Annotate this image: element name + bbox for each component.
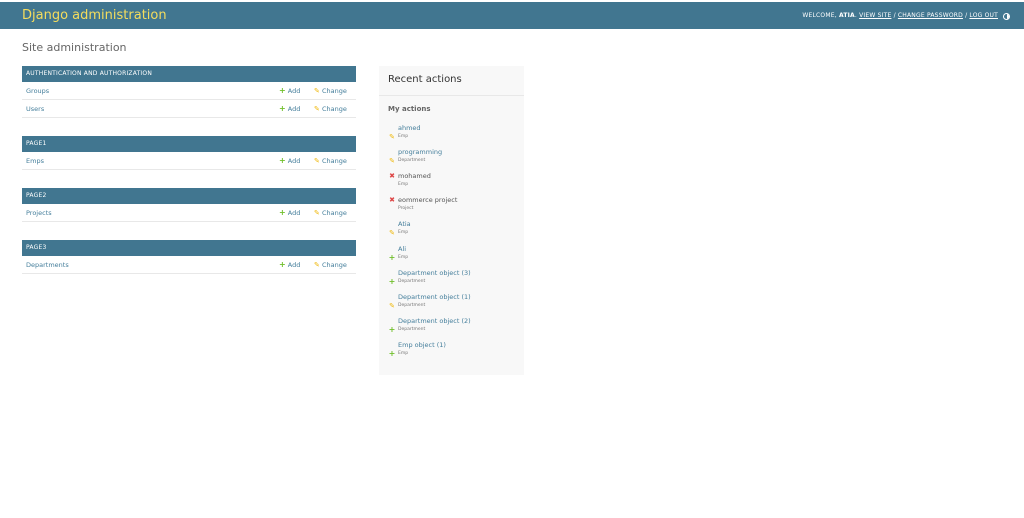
view-site-link[interactable]: VIEW SITE [859, 12, 891, 19]
add-label: Add [285, 209, 301, 217]
delete-icon: ✖ [389, 172, 395, 181]
change-button[interactable]: ✎ Change [314, 87, 347, 95]
recent-action-type: Emp [398, 182, 409, 188]
model-row-users: Users + Add ✎ Change [22, 100, 356, 118]
separator: / [965, 12, 968, 19]
change-button[interactable]: ✎ Change [314, 157, 347, 165]
add-label: Add [285, 87, 301, 95]
add-button[interactable]: + Add [279, 260, 301, 270]
recent-action-type: Emp [398, 350, 409, 356]
user-tools: WELCOME, ATIA. VIEW SITE / CHANGE PASSWO… [802, 12, 998, 19]
plus-icon: + [388, 276, 396, 286]
recent-action-type: Department [398, 278, 426, 284]
recent-action-link: eommerce project [398, 196, 458, 205]
my-actions-heading: My actions [388, 105, 431, 113]
add-button[interactable]: + Add [279, 86, 301, 96]
recent-action-link[interactable]: Department object (3) [398, 269, 471, 277]
change-label: Change [319, 261, 347, 269]
recent-action-link[interactable]: Emp object (1) [398, 341, 446, 349]
change-label: Change [319, 105, 347, 113]
change-label: Change [319, 209, 347, 217]
plus-icon: + [279, 208, 286, 217]
app-caption[interactable]: PAGE3 [22, 240, 356, 256]
add-label: Add [285, 261, 301, 269]
divider [379, 95, 524, 96]
username: ATIA [838, 12, 855, 19]
recent-action-type: Project [398, 206, 414, 212]
recent-action-link: mohamed [398, 172, 431, 181]
plus-icon: + [279, 104, 286, 113]
change-button[interactable]: ✎ Change [314, 105, 347, 113]
recent-action-type: Emp [398, 254, 409, 260]
model-row-groups: Groups + Add ✎ Change [22, 82, 356, 100]
plus-icon: + [279, 260, 286, 269]
app-module-page2: PAGE2 Projects + Add ✎ Change [22, 188, 356, 222]
change-button[interactable]: ✎ Change [314, 261, 347, 269]
pencil-icon: ✎ [389, 157, 395, 166]
change-label: Change [319, 87, 347, 95]
model-row-departments: Departments + Add ✎ Change [22, 256, 356, 274]
model-link-groups[interactable]: Groups [26, 87, 49, 95]
recent-action-link[interactable]: Ali [398, 245, 406, 253]
add-label: Add [285, 105, 301, 113]
recent-action-link[interactable]: ahmed [398, 124, 421, 132]
model-link-projects[interactable]: Projects [26, 209, 52, 217]
recent-action-type: Emp [398, 134, 409, 139]
recent-action-link[interactable]: Atia [398, 220, 411, 228]
pencil-icon: ✎ [389, 133, 395, 141]
recent-action-type: Department [398, 158, 426, 164]
welcome-text: WELCOME, [802, 12, 837, 19]
recent-action-type: Department [398, 326, 426, 332]
plus-icon: + [388, 252, 396, 262]
recent-action-link[interactable]: Department object (1) [398, 293, 471, 301]
recent-action-link[interactable]: Department object (2) [398, 317, 471, 325]
change-label: Change [319, 157, 347, 165]
plus-icon: + [388, 324, 396, 334]
delete-icon: ✖ [389, 196, 395, 205]
model-row-emps: Emps + Add ✎ Change [22, 152, 356, 170]
add-button[interactable]: + Add [279, 156, 301, 166]
plus-icon: + [279, 86, 286, 95]
model-link-users[interactable]: Users [26, 105, 44, 113]
change-button[interactable]: ✎ Change [314, 209, 347, 217]
page-title: Site administration [22, 41, 127, 54]
app-module-authentication-and-authorization: AUTHENTICATION AND AUTHORIZATION Groups + … [22, 66, 356, 118]
recent-actions-panel: Recent actions My actions ✎ ahmed Emp ✎ prog… [379, 66, 524, 375]
plus-icon: + [388, 348, 396, 358]
recent-actions-title: Recent actions [388, 74, 462, 85]
recent-action-link[interactable]: programming [398, 148, 442, 156]
model-link-emps[interactable]: Emps [26, 157, 44, 165]
recent-action-type: Department [398, 302, 426, 308]
add-button[interactable]: + Add [279, 104, 301, 114]
add-label: Add [285, 157, 301, 165]
recent-action-type: Emp [398, 230, 409, 236]
plus-icon: + [279, 156, 286, 165]
app-caption[interactable]: PAGE1 [22, 136, 356, 152]
model-row-projects: Projects + Add ✎ Change [22, 204, 356, 222]
site-branding[interactable]: Django administration [22, 8, 167, 23]
app-caption[interactable]: PAGE2 [22, 188, 356, 204]
header-bar: Django administration WELCOME, ATIA. VIE… [0, 2, 1024, 29]
app-caption[interactable]: AUTHENTICATION AND AUTHORIZATION [22, 66, 356, 82]
pencil-icon: ✎ [389, 229, 395, 238]
separator: / [893, 12, 896, 19]
model-link-departments[interactable]: Departments [26, 261, 69, 269]
theme-toggle-icon[interactable] [1003, 13, 1010, 20]
add-button[interactable]: + Add [279, 208, 301, 218]
change-password-link[interactable]: CHANGE PASSWORD [898, 12, 963, 19]
app-module-page1: PAGE1 Emps + Add ✎ Change [22, 136, 356, 170]
app-module-page3: PAGE3 Departments + Add ✎ Change [22, 240, 356, 274]
log-out-link[interactable]: LOG OUT [969, 12, 998, 19]
pencil-icon: ✎ [389, 301, 395, 310]
